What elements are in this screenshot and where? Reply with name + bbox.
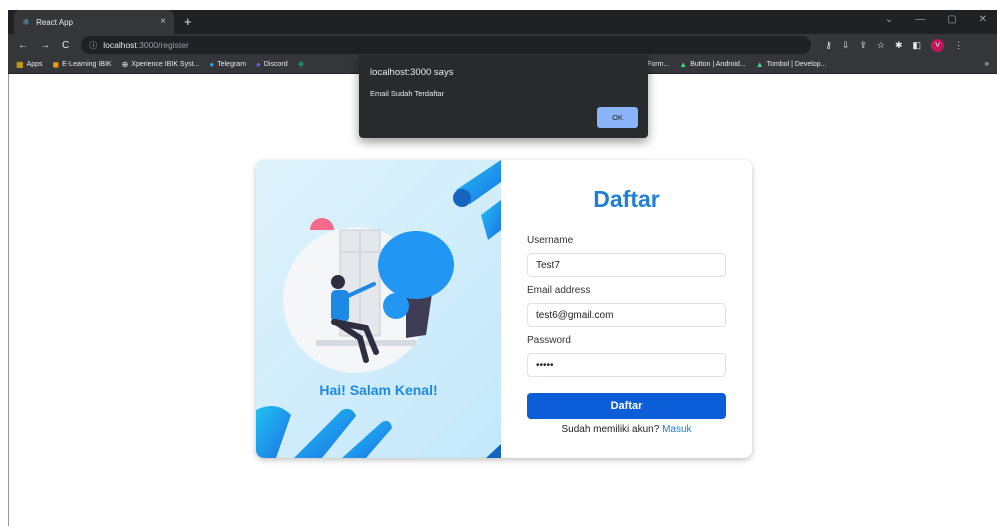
toolbar-icons: ⚷ ⇩ ⇪ ☆ ✱ ◧ V ⋮ (825, 38, 963, 52)
site-info-icon[interactable]: ⓘ (89, 40, 97, 51)
password-input[interactable] (527, 353, 726, 377)
alert-ok-button[interactable]: OK (597, 107, 638, 128)
new-tab-button[interactable]: + (184, 14, 192, 29)
welcome-illustration (256, 160, 501, 458)
bookmark-button-android[interactable]: ▲ Button | Android... (679, 60, 745, 69)
email-label: Email address (527, 285, 591, 296)
wave-shape (342, 420, 392, 458)
form-title: Daftar (593, 186, 660, 212)
tree-blob (383, 293, 409, 319)
install-icon[interactable]: ⇩ (842, 40, 850, 51)
side-panel-icon[interactable]: ◧ (913, 40, 922, 51)
share-icon[interactable]: ⇪ (859, 40, 867, 51)
username-label: Username (527, 235, 574, 246)
telegram-icon: ● (209, 60, 215, 69)
browser-tab[interactable]: ⚛ React App × (14, 10, 174, 34)
wave-shape (294, 408, 356, 458)
reload-icon[interactable]: C (62, 40, 69, 51)
menu-dots-icon[interactable]: ⋮ (954, 40, 963, 51)
register-card: Hai! Salam Kenal! Daftar Username Email … (256, 160, 752, 458)
person-head (331, 275, 345, 289)
username-input[interactable] (527, 253, 726, 277)
close-window-icon[interactable]: ✕ (979, 14, 987, 25)
react-favicon-icon: ⚛ (22, 16, 31, 27)
browser-toolbar: ← → C ⓘ localhost :3000/register ⚷ ⇩ ⇪ ☆… (8, 34, 997, 56)
bench-shape (316, 340, 416, 346)
key-icon[interactable]: ⚷ (825, 40, 832, 51)
profile-avatar[interactable]: V (931, 38, 945, 52)
tab-title: React App (36, 17, 73, 27)
minimize-icon[interactable]: — (915, 14, 925, 25)
extensions-icon[interactable]: ✱ (895, 40, 903, 51)
bookmark-telegram[interactable]: ● Telegram (209, 60, 246, 69)
tab-search-icon[interactable]: ⌄ (885, 14, 893, 25)
window-border (8, 74, 9, 526)
pink-shape (310, 218, 334, 230)
wave-shape (256, 406, 291, 458)
streak-shape (481, 200, 501, 240)
email-input[interactable] (527, 303, 726, 327)
greeting-text: Hai! Salam Kenal! (319, 382, 438, 398)
register-form: Daftar Username Email address Password D… (501, 160, 752, 458)
tab-close-icon[interactable]: × (160, 16, 166, 27)
login-prompt: Sudah memiliki akun? Masuk (501, 424, 752, 435)
screen: ⚛ React App × + ⌄ — ▢ ✕ ← → C ⓘ localhos… (0, 0, 997, 526)
illustration-panel: Hai! Salam Kenal! (256, 160, 501, 458)
restore-icon[interactable]: ▢ (947, 14, 956, 25)
forward-arrow-icon[interactable]: → (40, 40, 50, 51)
sheets-icon: ✚ (297, 60, 305, 69)
nav-buttons: ← → C (18, 40, 69, 51)
android-icon: ▲ (755, 60, 764, 69)
bookmark-elearning[interactable]: ◼ E-Learning IBIK (53, 60, 112, 69)
register-submit-button[interactable]: Daftar (527, 393, 726, 419)
login-prompt-text: Sudah memiliki akun? (561, 424, 660, 435)
back-arrow-icon[interactable]: ← (18, 40, 28, 51)
discord-icon: ● (256, 60, 261, 69)
alert-title: localhost:3000 says (370, 67, 454, 78)
dot-shape (453, 189, 471, 207)
bookmarks-more-button[interactable]: » (985, 59, 989, 68)
tab-strip: ⚛ React App × + ⌄ — ▢ ✕ (8, 10, 997, 34)
bookmark-tombol-develop[interactable]: ▲ Tombol | Develop... (756, 60, 827, 69)
alert-dialog: localhost:3000 says Email Sudah Terdafta… (359, 55, 648, 138)
bookmark-sheets[interactable]: ✚ (298, 60, 305, 69)
android-icon: ▲ (679, 60, 688, 69)
address-bar[interactable]: ⓘ localhost :3000/register (81, 36, 812, 54)
apps-grid-icon: ▦ (16, 60, 24, 69)
bookmark-discord[interactable]: ● Discord (256, 60, 288, 69)
elearning-icon: ◼ (52, 60, 60, 69)
password-label: Password (527, 335, 571, 346)
star-icon[interactable]: ☆ (877, 40, 885, 51)
url-host: localhost (103, 40, 137, 50)
window-controls: ⌄ — ▢ ✕ (885, 14, 987, 25)
bookmark-apps[interactable]: ▦ Apps (16, 60, 43, 69)
alert-message: Email Sudah Terdaftar (370, 89, 445, 98)
tree-blob (378, 231, 454, 299)
login-link[interactable]: Masuk (662, 424, 691, 435)
person-body (331, 290, 349, 322)
globe-icon: ⊕ (121, 60, 129, 69)
url-path: :3000/register (136, 40, 189, 50)
bookmark-xperience[interactable]: ⊕ Xperience IBIK Syst... (122, 60, 200, 69)
